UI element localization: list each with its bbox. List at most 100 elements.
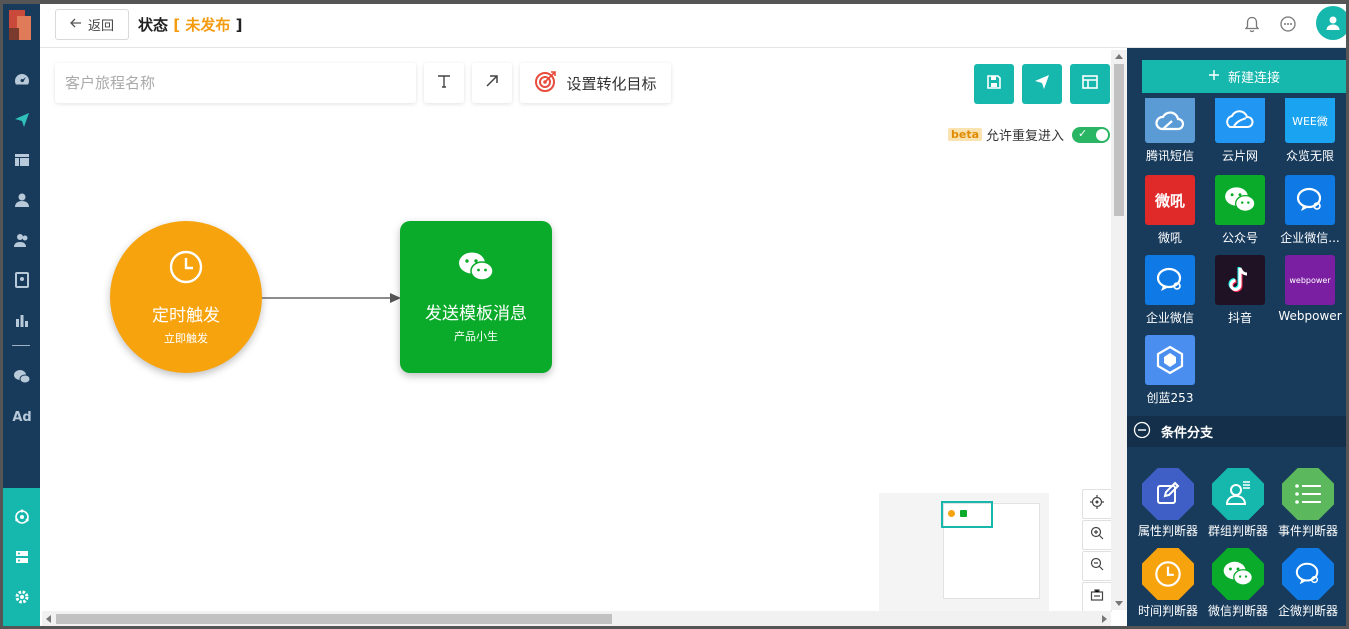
minimap-viewport[interactable] xyxy=(941,501,993,528)
send-node-subtitle: 产品小生 xyxy=(454,329,498,343)
fit-view-button[interactable] xyxy=(1082,582,1112,612)
wechat-icon xyxy=(1212,548,1264,600)
ad-icon[interactable]: Ad xyxy=(9,404,35,430)
channel-webpower[interactable]: webpower Webpower xyxy=(1278,255,1342,323)
vertical-scroll-thumb[interactable] xyxy=(1114,64,1124,216)
judge-attribute[interactable]: 属性判断器 xyxy=(1133,468,1203,539)
channel-douyin[interactable]: 抖音 xyxy=(1209,255,1271,326)
channel-label: 腾讯短信 xyxy=(1145,149,1194,163)
set-goal-button[interactable]: 设置转化目标 xyxy=(520,63,671,103)
wechat-icon xyxy=(1215,175,1265,225)
toggle-knob xyxy=(1096,128,1109,141)
plus-icon xyxy=(1208,69,1220,85)
back-label: 返回 xyxy=(87,19,114,34)
layout-icon[interactable] xyxy=(9,147,35,173)
send-node-title: 发送模板消息 xyxy=(425,303,527,324)
status-label: 状态 xyxy=(138,16,169,34)
tag-icon[interactable] xyxy=(9,267,35,293)
beta-badge: beta xyxy=(948,128,983,141)
horizontal-scroll-thumb[interactable] xyxy=(56,614,612,624)
component-panel: 新建连接 腾讯短信 云片网 WEE微 众览无限 微吼 微吼 公众号 企业微信..… xyxy=(1127,48,1346,626)
judge-label: 属性判断器 xyxy=(1137,524,1198,538)
avatar[interactable] xyxy=(1316,6,1346,40)
vertical-scrollbar[interactable] xyxy=(1111,50,1127,610)
channel-zhonglan[interactable]: WEE微 众览无限 xyxy=(1279,98,1341,164)
users-group-icon[interactable] xyxy=(9,227,35,253)
new-connection-button[interactable]: 新建连接 xyxy=(1142,60,1346,93)
zoom-out-button[interactable] xyxy=(1082,551,1112,581)
scroll-left-arrow[interactable] xyxy=(46,615,51,623)
bar-chart-icon[interactable] xyxy=(9,307,35,333)
app-window: Ad 返回 状态 [ 未发布 ] 客户旅程名称 设置转化目标 beta 允许重复… xyxy=(0,0,1349,629)
wechat-icon[interactable] xyxy=(9,364,35,390)
goal-label: 设置转化目标 xyxy=(566,74,657,93)
text-icon xyxy=(436,73,452,93)
journey-send-icon[interactable] xyxy=(9,107,35,133)
edit-icon xyxy=(1142,468,1194,520)
judge-wechat[interactable]: 微信判断器 xyxy=(1203,548,1273,619)
channel-wecom-truncated[interactable]: 企业微信... xyxy=(1279,175,1341,246)
channel-tencent-sms[interactable]: 腾讯短信 xyxy=(1139,98,1201,164)
scroll-down-arrow[interactable] xyxy=(1115,601,1123,606)
bell-icon[interactable] xyxy=(1242,14,1262,34)
target-icon xyxy=(534,69,558,97)
layout-icon xyxy=(1082,74,1098,94)
channel-label: Webpower xyxy=(1278,309,1342,323)
crosshair-icon xyxy=(1090,495,1104,513)
back-button[interactable]: 返回 xyxy=(55,9,129,40)
channel-wecom[interactable]: 企业微信 xyxy=(1139,255,1201,326)
zoom-out-icon xyxy=(1090,557,1104,575)
text-tool-button[interactable] xyxy=(424,63,464,103)
locate-button[interactable] xyxy=(1082,489,1112,519)
judge-wecom[interactable]: 企微判断器 xyxy=(1273,548,1343,619)
gear-icon[interactable] xyxy=(9,584,35,610)
left-sidebar: Ad xyxy=(3,4,40,626)
judge-time[interactable]: 时间判断器 xyxy=(1133,548,1203,619)
judge-group[interactable]: 群组判断器 xyxy=(1203,468,1273,539)
condition-branch-section-header[interactable]: 条件分支 xyxy=(1127,416,1346,447)
status-value: 未发布 xyxy=(185,16,231,34)
list-icon xyxy=(1282,468,1334,520)
judge-event[interactable]: 事件判断器 xyxy=(1273,468,1343,539)
tencent-cloud-icon xyxy=(1145,98,1195,143)
channel-weihou[interactable]: 微吼 微吼 xyxy=(1139,175,1201,246)
channel-chuanglan[interactable]: 创蓝253 xyxy=(1139,335,1201,406)
scroll-up-arrow[interactable] xyxy=(1115,54,1123,59)
arrow-tool-button[interactable] xyxy=(472,63,512,103)
top-header: 返回 状态 [ 未发布 ] xyxy=(40,4,1346,48)
channel-official-account[interactable]: 公众号 xyxy=(1209,175,1271,246)
send-icon xyxy=(1034,74,1050,94)
clock-icon xyxy=(168,249,204,289)
repeat-entry-toggle[interactable]: ✓ xyxy=(1072,126,1111,143)
wecom-icon xyxy=(1145,255,1195,305)
arrow-diagonal-icon xyxy=(484,73,500,93)
dashboard-icon[interactable] xyxy=(9,67,35,93)
save-button[interactable] xyxy=(974,64,1014,104)
yunpian-icon xyxy=(1215,98,1265,143)
channel-label: 创蓝253 xyxy=(1146,391,1194,405)
message-icon[interactable] xyxy=(1278,14,1298,34)
repeat-entry-setting: beta 允许重复进入 ✓ xyxy=(948,125,1111,144)
scroll-right-arrow[interactable] xyxy=(1102,615,1107,623)
send-template-node[interactable]: 发送模板消息 产品小生 xyxy=(400,221,552,373)
status-bracket-open: [ xyxy=(173,16,181,34)
check-icon: ✓ xyxy=(1078,126,1088,140)
timer-trigger-node[interactable]: 定时触发 立即触发 xyxy=(110,221,262,373)
zoom-in-button[interactable] xyxy=(1082,520,1112,550)
publish-button[interactable] xyxy=(1022,64,1062,104)
channel-label: 企业微信 xyxy=(1145,311,1194,325)
save-icon xyxy=(986,74,1002,94)
user-icon[interactable] xyxy=(9,187,35,213)
network-icon[interactable] xyxy=(9,504,35,530)
judge-label: 企微判断器 xyxy=(1277,604,1338,618)
journey-name-input[interactable] xyxy=(55,63,416,103)
server-icon[interactable] xyxy=(9,544,35,570)
layout-button[interactable] xyxy=(1070,64,1110,104)
collapse-icon[interactable] xyxy=(1133,421,1151,443)
chuanglan-icon xyxy=(1145,335,1195,385)
arrow-left-icon xyxy=(70,17,82,32)
channel-yunpian[interactable]: 云片网 xyxy=(1209,98,1271,164)
minimap[interactable] xyxy=(879,493,1049,613)
journey-canvas[interactable]: 设置转化目标 beta 允许重复进入 ✓ xyxy=(40,48,1127,626)
horizontal-scrollbar[interactable] xyxy=(42,611,1111,626)
